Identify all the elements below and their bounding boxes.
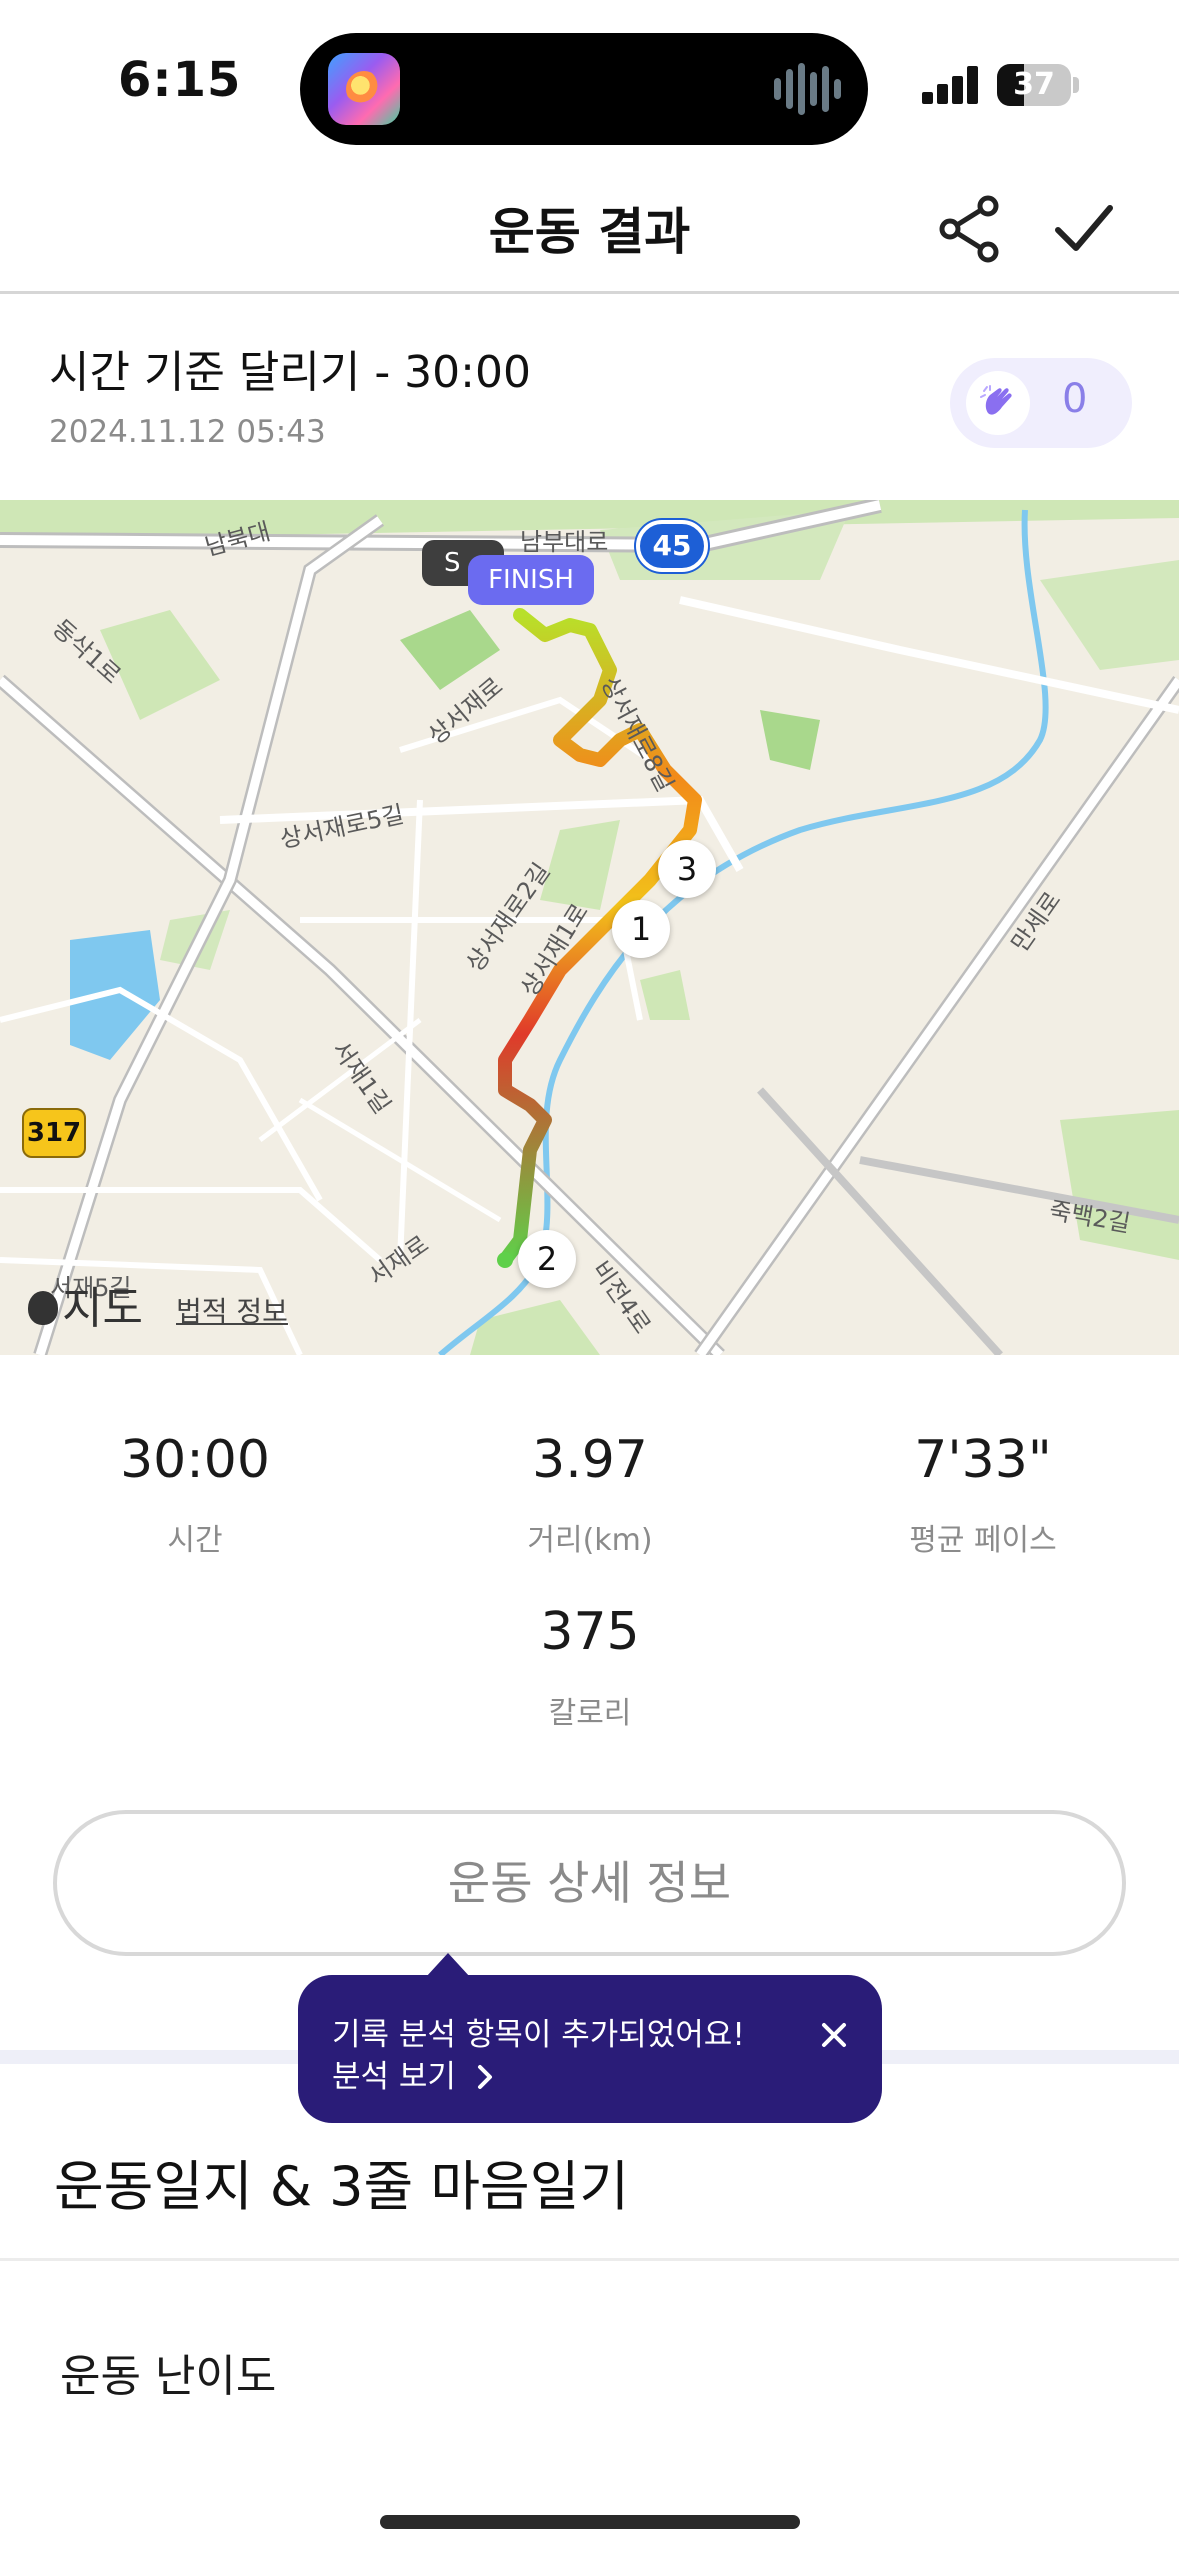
- audio-waveform-icon: [774, 63, 841, 115]
- clap-icon: [966, 371, 1030, 435]
- status-time: 6:15: [118, 52, 242, 108]
- view-analysis-label: 분석 보기: [332, 2059, 456, 2095]
- route-317-badge: 317: [22, 1108, 86, 1158]
- battery-percent: 37: [1013, 67, 1055, 102]
- km-marker-2[interactable]: 2: [518, 1230, 576, 1288]
- difficulty-label: 운동 난이도: [60, 2351, 277, 2402]
- tooltip-message: 기록 분석 항목이 추가되었어요!: [332, 2017, 745, 2053]
- workout-date: 2024.11.12 05:43: [49, 414, 326, 450]
- map-background: [0, 500, 1179, 1355]
- stat-time-value: 30:00: [120, 1430, 270, 1490]
- route-map[interactable]: S FINISH 45 317 3 1 2 남북대 남부대로 상서재로 상서재로…: [0, 500, 1179, 1355]
- live-activity-app-icon: [328, 53, 400, 125]
- road-label-top: 남부대로: [520, 528, 609, 556]
- stat-calories-value: 375: [540, 1602, 640, 1662]
- share-icon[interactable]: [938, 194, 1002, 264]
- stat-distance-label: 거리(km): [527, 1523, 653, 1558]
- apple-maps-attribution: 지도: [28, 1272, 143, 1336]
- journal-section-title: 운동일지 & 3줄 마음일기: [54, 2155, 630, 2218]
- nav-header: 운동 결과: [0, 170, 1179, 294]
- clap-button[interactable]: 0: [950, 358, 1132, 448]
- workout-title: 시간 기준 달리기 - 30:00: [49, 347, 531, 398]
- stat-pace-label: 평균 페이스: [909, 1523, 1057, 1558]
- journal-divider: [0, 2258, 1179, 2261]
- stat-distance-value: 3.97: [532, 1430, 648, 1490]
- check-icon[interactable]: [1054, 200, 1114, 256]
- status-bar: 6:15 37: [0, 0, 1179, 170]
- battery-icon: 37: [997, 64, 1071, 106]
- analysis-tooltip[interactable]: 기록 분석 항목이 추가되었어요! 분석 보기: [298, 1953, 882, 2123]
- stat-time-label: 시간: [167, 1523, 223, 1558]
- view-analysis-link[interactable]: 분석 보기: [332, 2051, 496, 2096]
- km-marker-1[interactable]: 1: [612, 900, 670, 958]
- stat-calories-label: 칼로리: [548, 1696, 632, 1731]
- chevron-right-icon: [477, 2065, 492, 2089]
- close-icon[interactable]: [816, 2017, 852, 2053]
- clap-count: 0: [1062, 376, 1088, 422]
- stat-pace-value: 7'33": [914, 1430, 1052, 1490]
- highway-badge: 45: [636, 520, 708, 572]
- dynamic-island[interactable]: [300, 33, 868, 145]
- cellular-signal-icon: [922, 66, 980, 104]
- workout-detail-button[interactable]: 운동 상세 정보: [53, 1810, 1126, 1956]
- home-indicator[interactable]: [380, 2515, 800, 2529]
- page-title: 운동 결과: [488, 203, 691, 261]
- km-marker-3[interactable]: 3: [658, 840, 716, 898]
- legal-info-link[interactable]: 법적 정보: [176, 1290, 288, 1330]
- finish-marker[interactable]: FINISH: [468, 555, 594, 605]
